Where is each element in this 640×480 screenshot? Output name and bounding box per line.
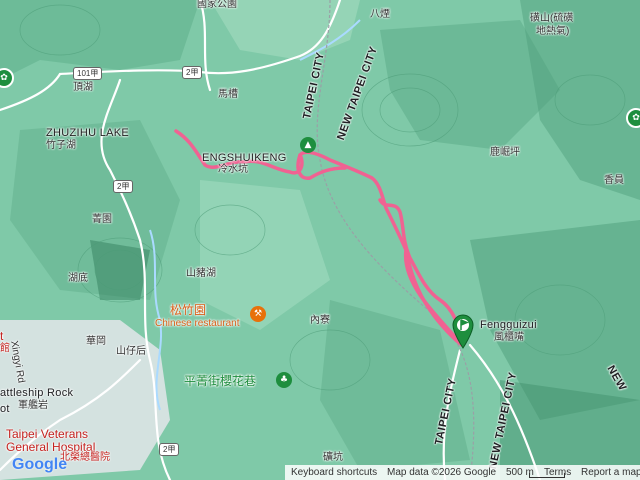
label-hudi: 湖底 — [68, 273, 88, 284]
label-chinese-restaurant[interactable]: Chinese restaurant — [155, 319, 240, 329]
label-huagang: 華岡 — [86, 336, 106, 347]
map-viewport[interactable]: 101甲 2甲 2甲 2甲 國家公園 八煙 磺山(硫磺 地熱氣) 頂湖 馬槽 Z… — [0, 0, 640, 480]
label-macao: 馬槽 — [218, 89, 238, 100]
label-diankeng: 礦坑 — [323, 452, 343, 463]
label-zhuzihu-en: ZHUZIHU LAKE — [46, 127, 130, 139]
attraction-icon[interactable]: ✿ — [626, 108, 640, 128]
label-junjianyan: 軍艦岩 — [18, 400, 48, 411]
label-lengshuikeng-en: ENGSHUIKENG — [202, 152, 287, 164]
google-logo: Google — [12, 456, 67, 474]
route-2a-shield-top: 2甲 — [182, 66, 203, 79]
label-veterans-1[interactable]: Taipei Veterans — [6, 428, 88, 440]
label-national-park: 國家公園 — [197, 0, 237, 10]
label-left-edge-ot: ot — [0, 403, 10, 415]
route-2a-shield-mid: 2甲 — [113, 180, 134, 193]
label-shanzhuhu: 山豬湖 — [186, 268, 216, 279]
attribution-bar: Keyboard shortcuts Map data ©2026 Google… — [285, 465, 640, 480]
label-songzhuyuan[interactable]: 松竹園 — [170, 304, 206, 316]
label-lengshuikeng-zh: 冷水坑 — [218, 164, 248, 175]
google-logo-text: Google — [12, 456, 68, 473]
label-left-edge-t: t — [0, 329, 4, 343]
label-linshan: 磺山(硫磺 — [530, 13, 574, 24]
label-zhuzihu-zh: 竹子湖 — [46, 140, 76, 151]
route-101a-shield: 101甲 — [73, 67, 103, 80]
park-icon[interactable]: ♣ — [276, 372, 292, 388]
report-error-link[interactable]: Report a map error — [581, 467, 640, 478]
scale-bar — [529, 473, 565, 478]
route-2a-shield-bot: 2甲 — [159, 443, 180, 456]
label-dire: 地熱氣) — [536, 26, 570, 37]
label-jiaoyuan: 菁園 — [92, 214, 112, 225]
label-fengguizui-en[interactable]: Fengguizui — [480, 320, 537, 331]
mountain-poi-icon[interactable]: ▲ — [300, 137, 316, 153]
label-pingqing[interactable]: 平菁街櫻花巷 — [184, 375, 256, 387]
label-xiangguan: 香員 — [604, 175, 624, 186]
map-data-text: Map data ©2026 Google — [387, 467, 497, 478]
label-battleship-rock[interactable]: attleship Rock — [0, 388, 73, 399]
label-left-edge-hospital: 館 — [0, 343, 10, 354]
keyboard-shortcuts-link[interactable]: Keyboard shortcuts — [291, 467, 377, 478]
label-bayan: 八煙 — [370, 9, 390, 20]
flag-pin-icon[interactable] — [452, 313, 474, 349]
label-dinghu: 頂湖 — [73, 82, 93, 93]
label-neiliao: 內寮 — [310, 315, 330, 326]
label-lujueping: 鹿崛坪 — [490, 147, 520, 158]
label-fengguizui-zh: 風櫃嘴 — [494, 332, 524, 343]
label-shanzaihou: 山仔后 — [116, 346, 146, 357]
restaurant-icon[interactable]: ⚒ — [250, 306, 266, 322]
label-veterans-zh: 北榮總醫院 — [60, 452, 110, 463]
